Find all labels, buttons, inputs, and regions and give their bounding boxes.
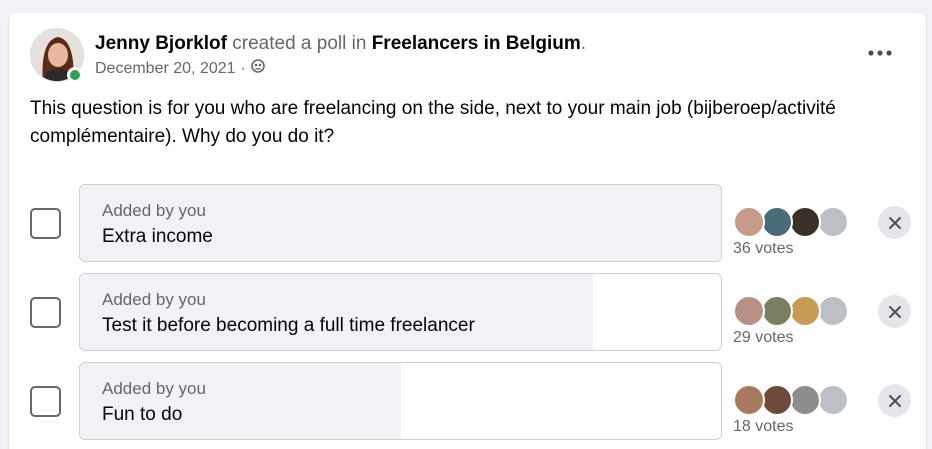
poll-option-fill [80,274,593,350]
poll-option-fill [80,363,401,439]
poll-option-text: Extra income [102,226,213,247]
poll-option-checkbox[interactable] [30,208,61,239]
online-status-dot [67,67,83,83]
poll-option-bar[interactable]: Added by you Fun to do [79,362,722,440]
post-meta: December 20, 2021 · [95,59,265,79]
more-dots-icon [868,50,892,56]
post-date-link[interactable]: December 20, 2021 [95,59,236,79]
vote-count[interactable]: 18 votes [733,418,793,436]
close-icon [888,394,901,407]
author-name-link[interactable]: Jenny Bjorklof [95,33,227,54]
voter-avatar-more[interactable] [817,384,849,416]
vote-count[interactable]: 29 votes [733,329,793,347]
poll-option-row: Added by you Fun to do 18 votes [9,362,926,440]
close-icon [888,305,901,318]
post-action-text: created a poll in [226,33,372,54]
voter-avatar-more[interactable] [817,295,849,327]
voter-avatar[interactable] [733,295,765,327]
poll-question: This question is for you who are freelan… [30,98,836,147]
post-header: Jenny Bjorklof created a poll in Freelan… [95,32,586,56]
poll-option-fill [80,185,721,261]
voter-avatar[interactable] [789,295,821,327]
more-options-button[interactable] [860,37,900,69]
voter-avatar[interactable] [761,295,793,327]
remove-option-button[interactable] [878,295,911,328]
poll-option-added-by: Added by you [102,201,206,220]
poll-option-bar[interactable]: Added by you Extra income [79,184,722,262]
group-audience-icon [251,59,265,79]
remove-option-button[interactable] [878,384,911,417]
meta-separator: · [240,60,246,77]
poll-option-bar[interactable]: Added by you Test it before becoming a f… [79,273,722,351]
poll-option-text: Test it before becoming a full time free… [102,315,475,336]
poll-post-card: Jenny Bjorklof created a poll in Freelan… [9,13,926,449]
poll-option-row: Added by you Test it before becoming a f… [9,273,926,351]
voter-avatars[interactable] [733,206,853,240]
voter-avatar[interactable] [733,206,765,238]
poll-option-checkbox[interactable] [30,297,61,328]
poll-option-row: Added by you Extra income 36 votes [9,184,926,262]
close-icon [888,216,901,229]
vote-count[interactable]: 36 votes [733,240,793,258]
voter-avatar[interactable] [789,384,821,416]
voter-avatar-more[interactable] [817,206,849,238]
poll-option-added-by: Added by you [102,290,206,309]
voter-avatar[interactable] [761,384,793,416]
voter-avatars[interactable] [733,295,853,329]
voter-avatars[interactable] [733,384,853,418]
voter-avatar[interactable] [733,384,765,416]
poll-option-text: Fun to do [102,404,183,425]
poll-option-added-by: Added by you [102,379,206,398]
group-name-link[interactable]: Freelancers in Belgium [372,33,581,54]
remove-option-button[interactable] [878,206,911,239]
voter-avatar[interactable] [789,206,821,238]
poll-option-checkbox[interactable] [30,386,61,417]
header-period: . [580,33,587,54]
voter-avatar[interactable] [761,206,793,238]
